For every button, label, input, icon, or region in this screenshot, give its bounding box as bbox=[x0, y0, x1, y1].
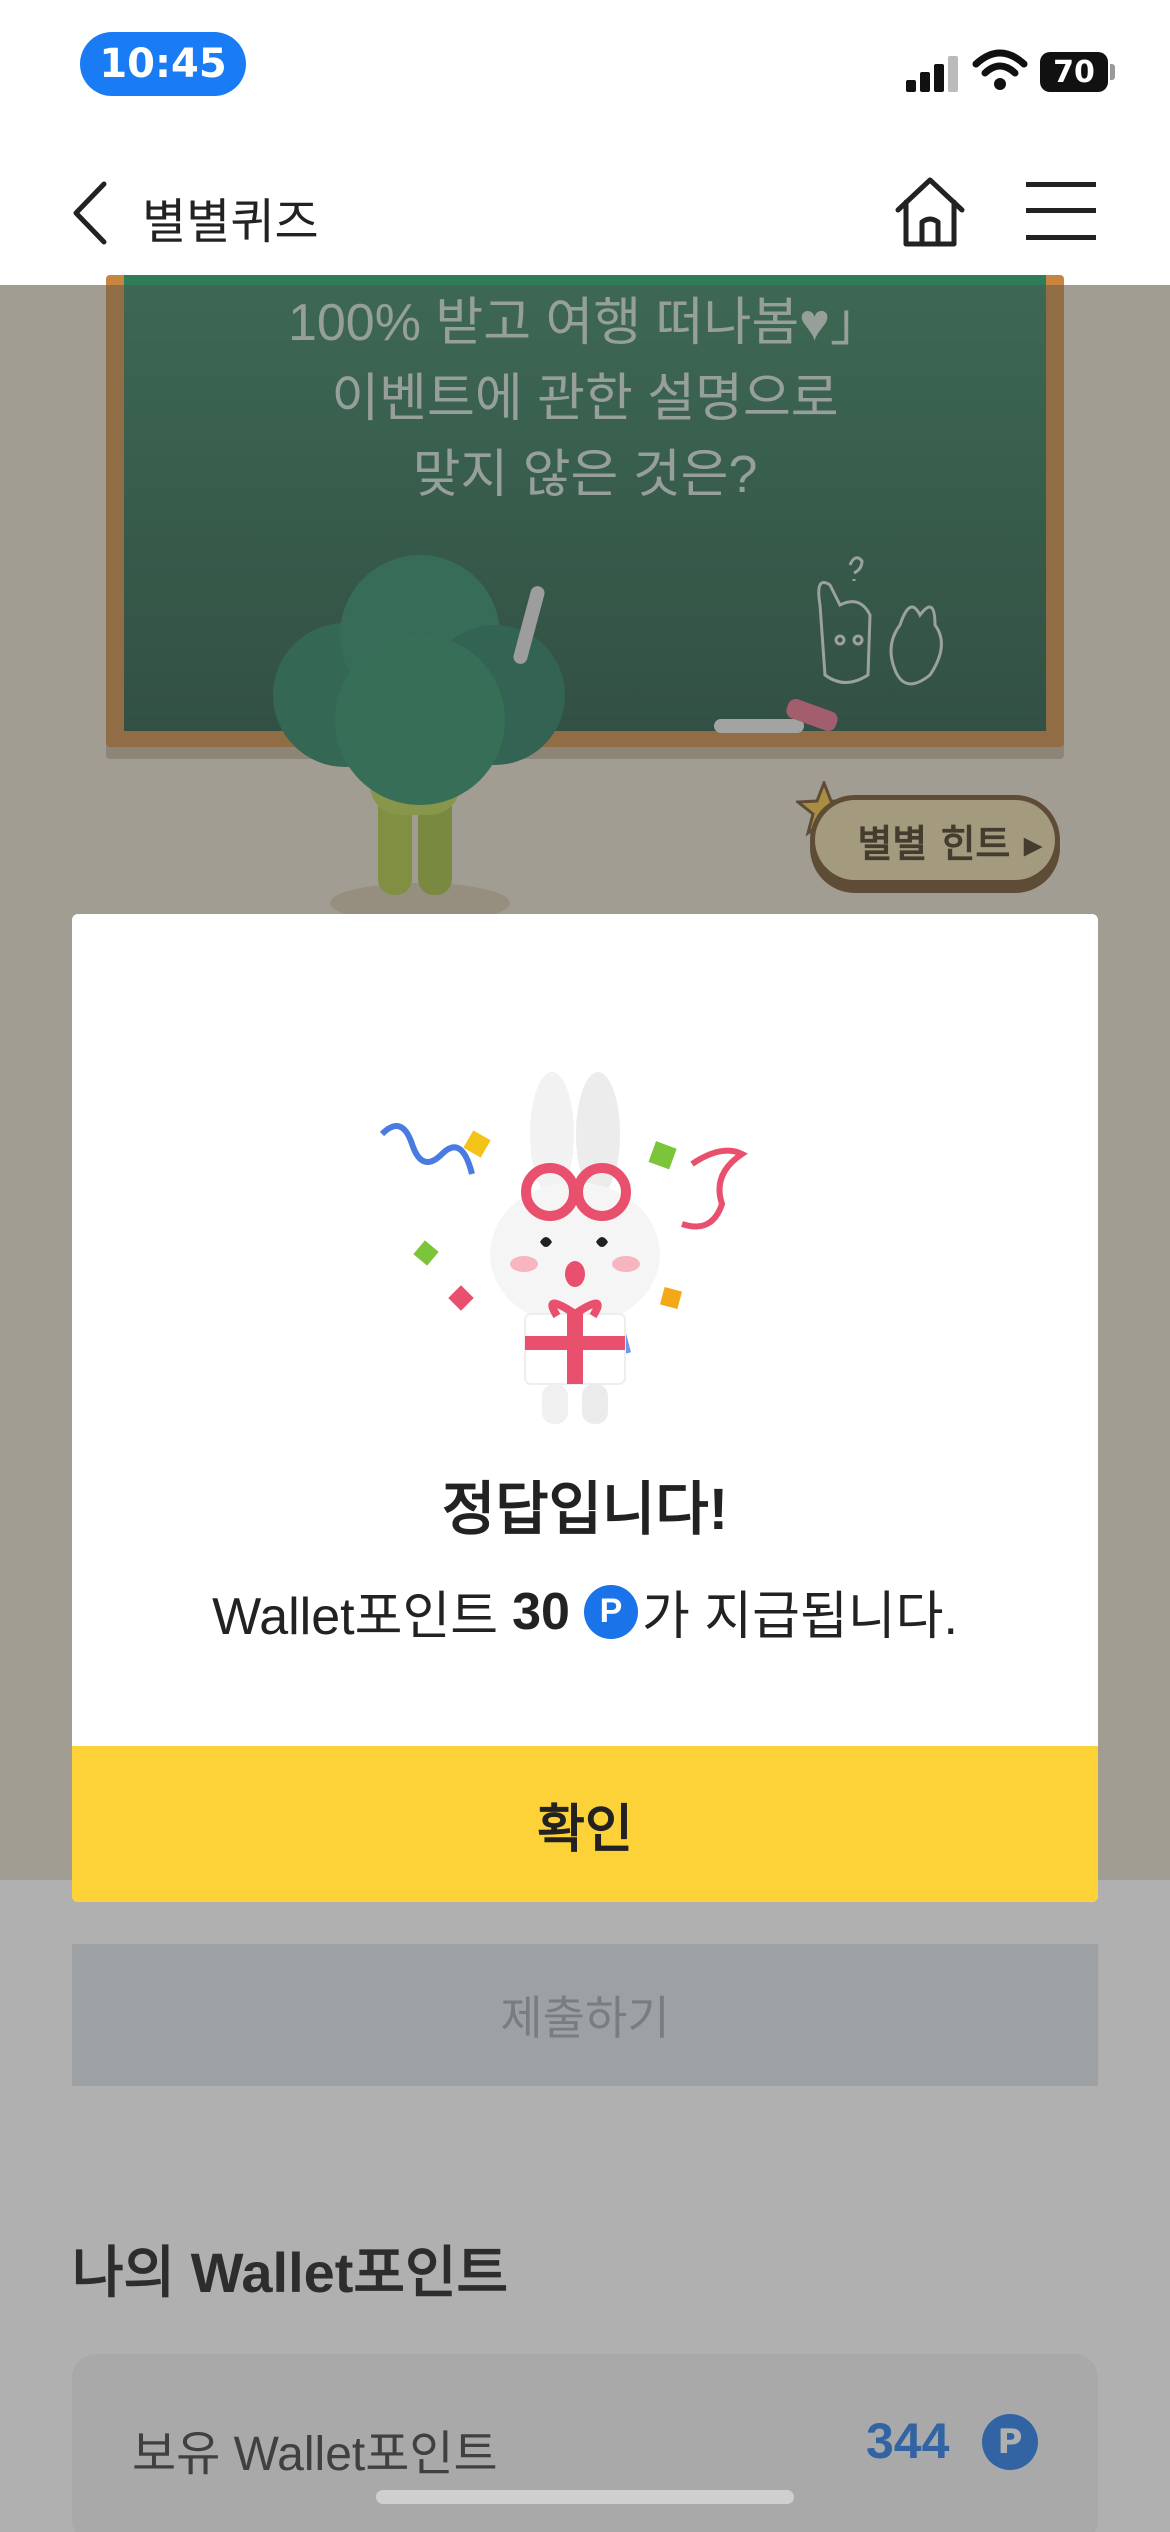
home-indicator bbox=[376, 2490, 794, 2504]
battery-icon: 70 bbox=[1040, 52, 1108, 92]
cellular-signal-icon bbox=[906, 52, 958, 92]
confirm-button[interactable]: 확인 bbox=[72, 1746, 1098, 1902]
status-bar: 10:45 70 bbox=[0, 0, 1170, 140]
modal-title: 정답입니다! bbox=[441, 1477, 729, 1542]
battery-cap bbox=[1110, 64, 1115, 80]
celebrating-rabbit-illustration bbox=[379, 1072, 748, 1424]
nav-bar: 별별퀴즈 bbox=[0, 140, 1170, 285]
modal-message-suffix: 가 지급됩니다. bbox=[641, 1588, 958, 1646]
reward-points: 30 bbox=[512, 1582, 570, 1641]
modal-message-prefix: Wallet포인트 bbox=[212, 1588, 499, 1646]
modal-message: Wallet포인트 30 P 가 지급됩니다. bbox=[72, 1574, 1098, 1649]
home-icon[interactable] bbox=[890, 172, 970, 252]
status-time: 10:45 bbox=[80, 32, 246, 96]
back-icon[interactable] bbox=[68, 178, 116, 248]
wifi-icon bbox=[972, 49, 1028, 90]
point-badge-icon: P bbox=[583, 1584, 638, 1639]
menu-icon[interactable] bbox=[1026, 180, 1096, 242]
success-modal: 정답입니다! Wallet포인트 30 P 가 지급됩니다. 확인 bbox=[72, 914, 1098, 1902]
page-title: 별별퀴즈 bbox=[142, 196, 319, 249]
